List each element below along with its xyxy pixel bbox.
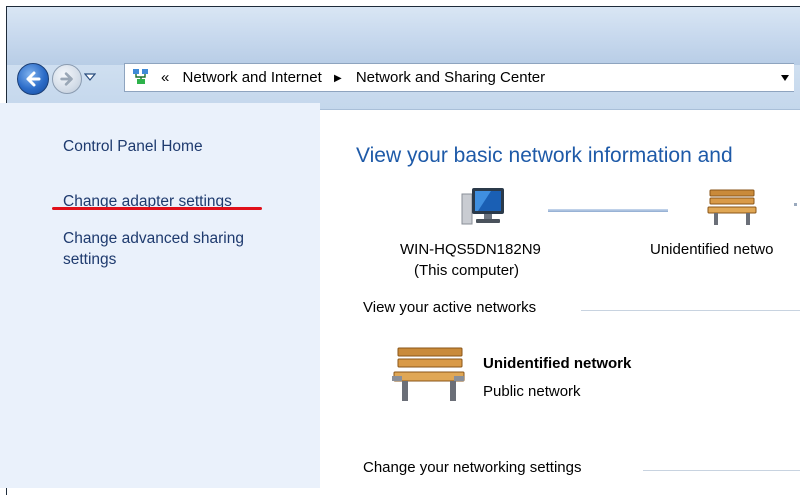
partial-connector-icon [794,203,797,206]
public-network-bench-icon[interactable] [390,342,468,406]
crumb-network-internet[interactable]: Network and Internet [183,69,322,86]
computer-name: WIN-HQS5DN182N9 [400,241,541,258]
active-network-name: Unidentified network [483,355,632,372]
forward-button[interactable] [52,64,82,94]
highlight-underline [52,207,262,210]
change-advanced-sharing-link[interactable]: Change advanced sharing settings [63,228,244,270]
address-prefix[interactable]: « [161,69,169,86]
network-center-icon [133,69,148,84]
advanced-sharing-line2: settings [63,251,117,268]
title-bar [7,7,800,65]
recent-pages-button[interactable] [84,72,96,82]
active-networks-rule [581,310,800,311]
network-map-label: Unidentified netwo [650,241,774,258]
computer-icon[interactable] [456,184,510,230]
task-pane [0,103,320,488]
change-settings-heading: Change your networking settings [363,459,582,476]
network-map-connector [548,209,668,212]
change-settings-rule [643,470,800,471]
address-bar[interactable]: « Network and Internet ▶ Network and Sha… [124,63,794,92]
computer-subtitle: (This computer) [414,262,520,279]
bench-icon[interactable] [706,186,760,228]
active-networks-heading: View your active networks [363,299,537,316]
forward-arrow-icon [60,72,73,86]
control-panel-home-link[interactable]: Control Panel Home [63,136,203,157]
network-type-link[interactable]: Public network [483,383,581,400]
crumb-separator-icon[interactable]: ▶ [334,73,342,84]
address-dropdown-icon[interactable] [780,74,790,82]
crumb-network-sharing-center[interactable]: Network and Sharing Center [356,69,545,86]
back-button[interactable] [17,63,49,95]
advanced-sharing-line1: Change advanced sharing [63,230,244,247]
back-arrow-icon [26,71,41,87]
page-title: View your basic network information and [356,144,733,167]
